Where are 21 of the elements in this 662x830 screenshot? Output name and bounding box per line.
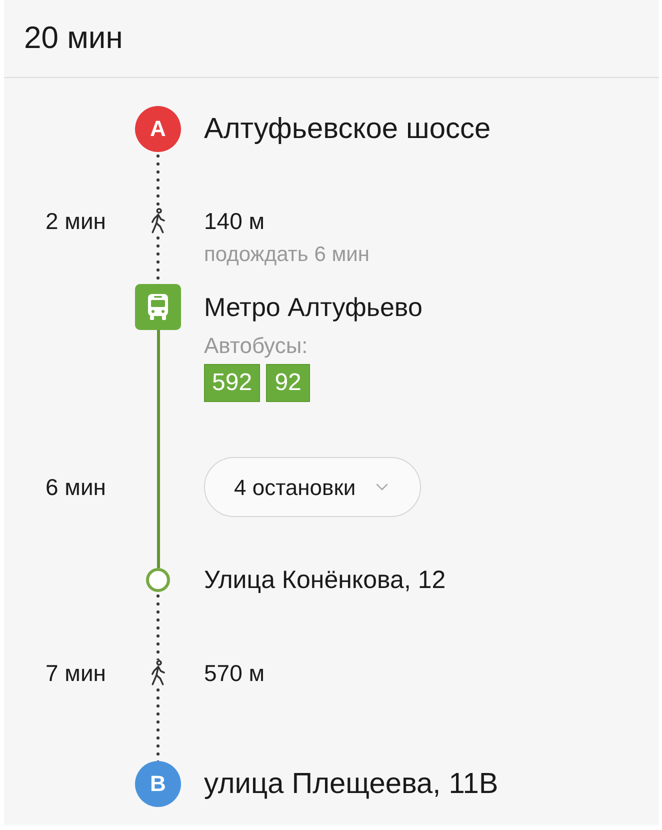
bus-route-number: 592 — [204, 364, 260, 402]
place-name: Алтуфьевское шоссе — [204, 112, 491, 146]
travel-time: 7 мин — [45, 660, 106, 686]
stop-name: Метро Алтуфьево — [204, 291, 422, 324]
place-name: улица Плещеева, 11В — [204, 767, 498, 801]
walk-distance: 570 м — [204, 660, 265, 686]
stop-name: Улица Конёнкова, 12 — [204, 565, 446, 595]
walk-distance: 140 м — [204, 208, 265, 234]
travel-time: 6 мин — [45, 473, 106, 502]
walking-person-icon — [149, 208, 167, 234]
bus-route-number: 92 — [266, 364, 310, 402]
ring-icon — [146, 568, 170, 592]
routes-label: Автобусы: — [204, 332, 308, 360]
route-duration: 20 мин — [24, 19, 123, 58]
walking-person-icon — [149, 660, 167, 686]
stops-toggle-button[interactable]: 4 остановки — [204, 457, 421, 517]
travel-time: 2 мин — [45, 208, 106, 234]
wait-note: подождать 6 мин — [204, 242, 370, 268]
route-point-marker: B — [135, 761, 181, 807]
bus-stop-icon — [135, 284, 181, 330]
route-point-marker: A — [135, 106, 181, 152]
